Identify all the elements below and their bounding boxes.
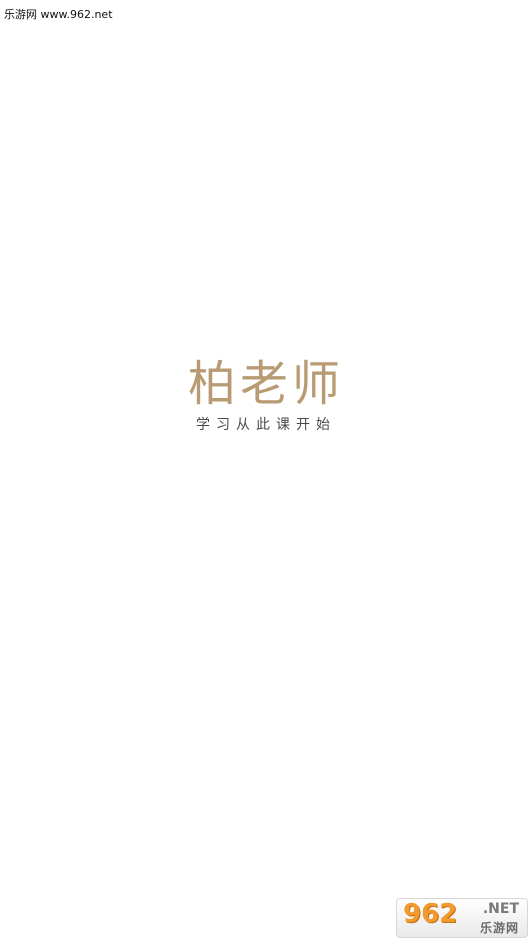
watermark-badge-domain: .NET bbox=[482, 901, 519, 917]
watermark-badge-label: 乐游网 bbox=[479, 921, 519, 935]
watermark-badge: 962 .NET 乐游网 bbox=[396, 898, 528, 938]
app-slogan: 学习从此课开始 bbox=[196, 417, 336, 433]
watermark-text-top: 乐游网 www.962.net bbox=[4, 8, 113, 21]
splash-logo: 柏老师 学习从此课开始 bbox=[0, 356, 532, 434]
app-title: 柏老师 bbox=[187, 356, 344, 412]
watermark-badge-number: 962 bbox=[403, 899, 458, 929]
